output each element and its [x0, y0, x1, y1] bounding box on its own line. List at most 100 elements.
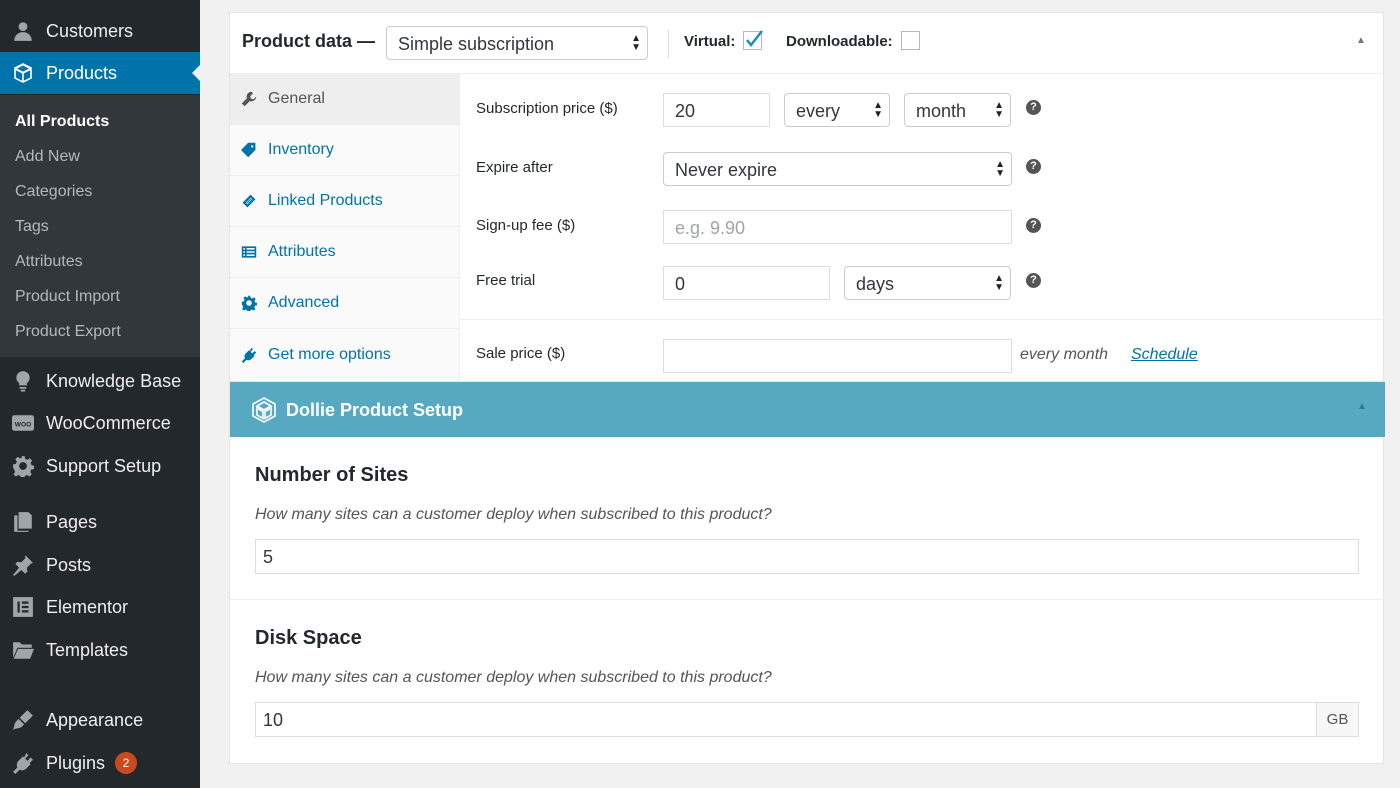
sale-price-input[interactable]	[663, 339, 1012, 373]
admin-sidebar: Customers Products All Products Add New …	[0, 0, 200, 788]
submenu-tags[interactable]: Tags	[15, 218, 49, 236]
plugins-update-badge: 2	[115, 752, 138, 774]
plugin-icon	[0, 752, 46, 774]
submenu-product-export[interactable]: Product Export	[15, 323, 121, 341]
schedule-link[interactable]: Schedule	[1131, 346, 1198, 364]
submenu-categories[interactable]: Categories	[15, 183, 92, 201]
help-icon[interactable]: ?	[1026, 273, 1041, 288]
wrench-icon	[230, 91, 268, 107]
menu-label: Posts	[46, 554, 92, 575]
pin-icon	[0, 554, 46, 576]
downloadable-checkbox[interactable]	[901, 31, 920, 50]
subscription-price-label: Subscription price ($)	[476, 100, 618, 117]
billing-interval-select[interactable]: every ▲ ▼	[784, 93, 890, 127]
menu-support-setup[interactable]: Support Setup	[0, 445, 200, 487]
product-data-header: Product data — Simple subscription ▲ ▼ Vi…	[230, 13, 1383, 74]
tag-icon	[230, 142, 268, 158]
menu-appearance[interactable]: Appearance	[0, 699, 200, 741]
menu-elementor[interactable]: Elementor	[0, 586, 200, 628]
menu-label: Support Setup	[46, 455, 162, 476]
tab-general[interactable]: General	[230, 74, 459, 125]
trial-period-value: days	[856, 274, 895, 294]
submenu-all-products[interactable]: All Products	[15, 113, 109, 131]
disk-space-unit: GB	[1316, 702, 1359, 737]
free-trial-input[interactable]: 0	[663, 266, 830, 300]
submenu-product-import[interactable]: Product Import	[15, 288, 120, 306]
signup-fee-label: Sign-up fee ($)	[476, 217, 576, 234]
menu-templates[interactable]: Templates	[0, 629, 200, 671]
sale-price-label: Sale price ($)	[476, 345, 566, 362]
menu-knowledge-base[interactable]: Knowledge Base	[0, 360, 200, 402]
trial-period-select[interactable]: days ▲ ▼	[844, 266, 1011, 300]
product-data-tabs: General Inventory Linked Products Attrib…	[230, 74, 460, 382]
gear-icon	[230, 295, 268, 311]
number-of-sites-input[interactable]: 5	[255, 539, 1359, 574]
disk-space-input[interactable]: 10	[255, 702, 1317, 737]
pages-icon	[0, 511, 46, 533]
menu-pages[interactable]: Pages	[0, 501, 200, 543]
woo-icon: WOO	[0, 412, 46, 434]
collapse-toggle-icon[interactable]: ▲	[1356, 35, 1366, 46]
expire-after-select[interactable]: Never expire ▲ ▼	[663, 152, 1012, 186]
tab-label: Advanced	[268, 294, 340, 311]
lightbulb-icon	[0, 370, 46, 392]
divider	[668, 30, 669, 58]
dollie-title: Dollie Product Setup	[286, 400, 464, 420]
menu-posts[interactable]: Posts	[0, 544, 200, 586]
subscription-price-input[interactable]: 20	[663, 93, 770, 127]
expire-after-value: Never expire	[675, 160, 778, 180]
collapse-toggle-icon[interactable]: ▲	[1357, 401, 1367, 412]
user-icon	[0, 20, 46, 42]
free-trial-label: Free trial	[476, 272, 536, 289]
help-icon[interactable]: ?	[1026, 218, 1041, 233]
tab-label: Linked Products	[268, 192, 383, 209]
menu-label: Templates	[46, 639, 129, 660]
products-submenu: All Products Add New Categories Tags Att…	[0, 95, 200, 357]
tab-linked-products[interactable]: Linked Products	[230, 176, 459, 227]
select-arrows-icon: ▲ ▼	[631, 33, 641, 53]
virtual-checkbox[interactable]	[743, 30, 763, 50]
expire-after-label: Expire after	[476, 159, 553, 176]
dollie-logo-icon	[251, 396, 277, 429]
menu-products[interactable]: Products	[0, 52, 200, 94]
dollie-product-setup-panel: Dollie Product Setup ▲ Number of Sites H…	[229, 381, 1385, 764]
tab-advanced[interactable]: Advanced	[230, 278, 459, 329]
elementor-icon	[0, 596, 46, 618]
menu-woocommerce[interactable]: WOO WooCommerce	[0, 402, 200, 444]
select-arrows-icon: ▲ ▼	[995, 159, 1005, 179]
folder-icon	[0, 639, 46, 661]
product-data-title: Product data —	[242, 31, 376, 51]
signup-fee-input[interactable]: e.g. 9.90	[663, 210, 1012, 244]
downloadable-label: Downloadable:	[786, 33, 893, 50]
tab-attributes[interactable]: Attributes	[230, 227, 459, 278]
menu-plugins[interactable]: Plugins 2	[0, 742, 200, 784]
box-icon	[0, 62, 46, 84]
list-icon	[230, 244, 268, 260]
sale-price-suffix: every month	[1020, 346, 1109, 363]
menu-label: WooCommerce	[46, 412, 171, 433]
divider	[460, 319, 1383, 320]
product-type-value: Simple subscription	[398, 34, 555, 54]
menu-customers[interactable]: Customers	[0, 10, 200, 52]
menu-label: Knowledge Base	[46, 370, 182, 391]
gear-icon	[0, 455, 46, 477]
divider	[230, 599, 1385, 600]
checkmark-icon	[746, 30, 763, 48]
billing-interval-value: every	[796, 101, 841, 121]
billing-period-value: month	[916, 101, 967, 121]
submenu-add-new[interactable]: Add New	[15, 148, 80, 166]
help-icon[interactable]: ?	[1026, 159, 1041, 174]
product-type-select[interactable]: Simple subscription ▲ ▼	[386, 26, 648, 60]
submenu-attributes[interactable]: Attributes	[15, 253, 83, 271]
product-data-panel: Product data — Simple subscription ▲ ▼ Vi…	[229, 12, 1384, 382]
select-arrows-icon: ▲ ▼	[994, 100, 1004, 120]
dollie-header: Dollie Product Setup ▲	[230, 382, 1385, 437]
tab-inventory[interactable]: Inventory	[230, 125, 459, 176]
link-icon	[230, 193, 268, 209]
help-icon[interactable]: ?	[1026, 100, 1041, 115]
billing-period-select[interactable]: month ▲ ▼	[904, 93, 1011, 127]
tab-label: Inventory	[268, 141, 334, 158]
select-arrows-icon: ▲ ▼	[994, 273, 1004, 293]
brush-icon	[0, 709, 46, 731]
tab-get-more-options[interactable]: Get more options	[230, 329, 459, 380]
